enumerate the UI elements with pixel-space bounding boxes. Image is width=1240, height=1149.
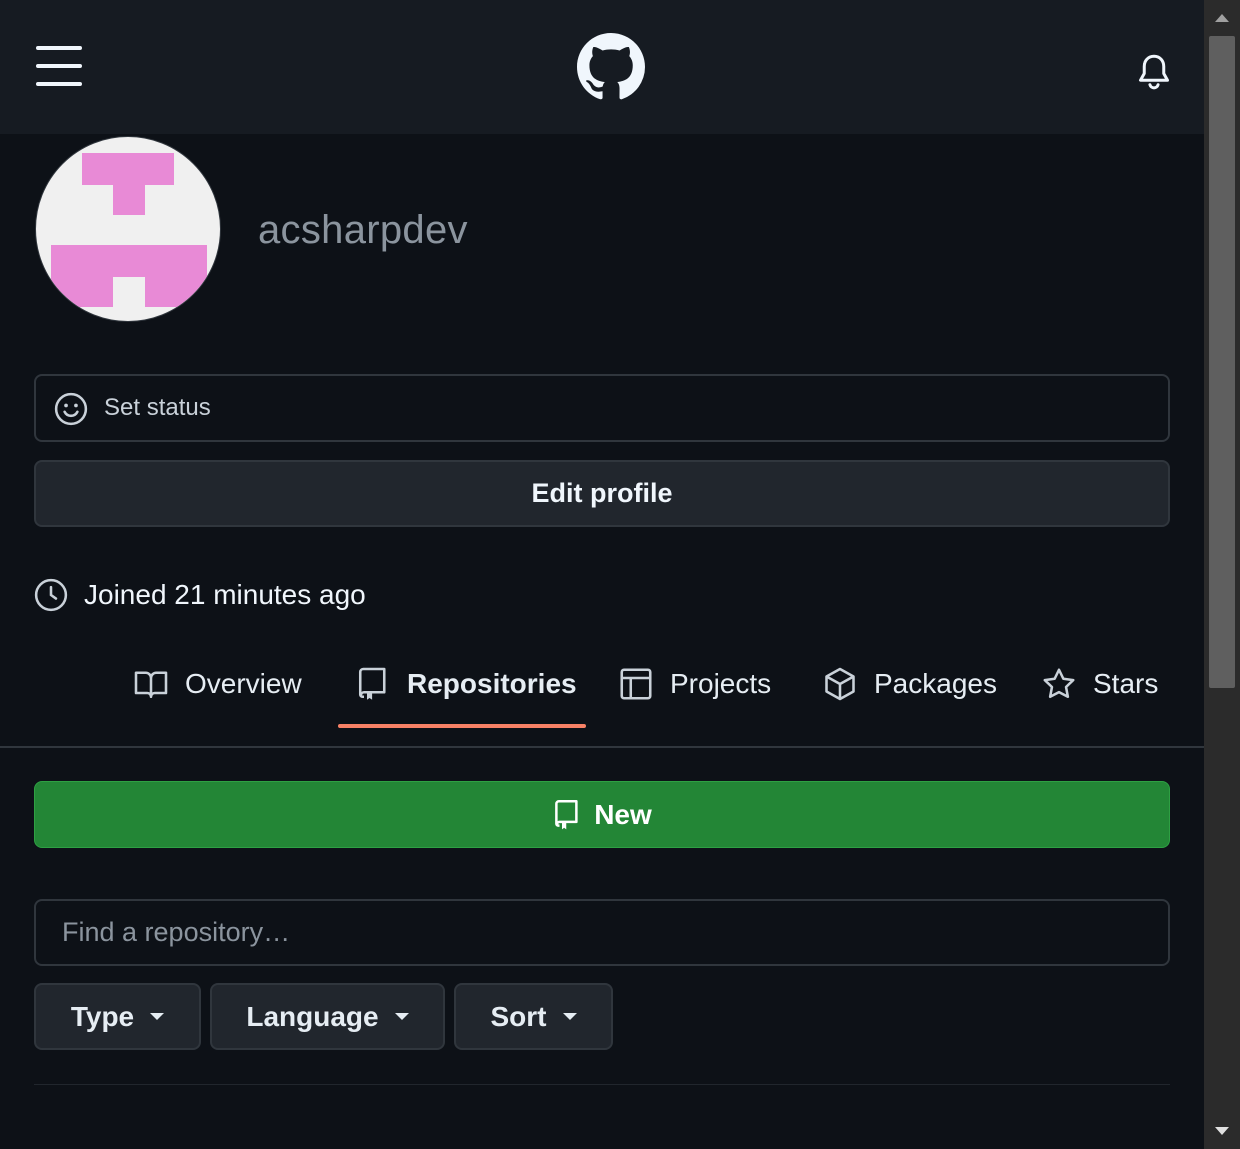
chevron-down-icon — [150, 1013, 165, 1020]
type-filter-button[interactable]: Type — [34, 983, 201, 1050]
tab-repositories[interactable]: Repositories — [355, 654, 577, 714]
find-repository-input[interactable] — [34, 899, 1170, 966]
tab-overview[interactable]: Overview — [133, 654, 302, 714]
list-divider — [34, 1084, 1170, 1085]
tab-projects[interactable]: Projects — [618, 654, 771, 714]
tab-overview-label: Overview — [185, 668, 302, 699]
table-icon — [620, 668, 652, 700]
bell-icon[interactable] — [1136, 52, 1172, 92]
tab-stars[interactable]: Stars — [1041, 654, 1158, 714]
avatar[interactable] — [35, 136, 221, 322]
joined-text: Joined 21 minutes ago — [84, 579, 366, 610]
username: acsharpdev — [258, 208, 468, 252]
book-icon — [134, 671, 168, 699]
tab-stars-label: Stars — [1093, 668, 1159, 699]
new-button-label: New — [594, 798, 652, 830]
scroll-up-arrow-icon[interactable] — [1204, 0, 1240, 36]
joined-info: Joined 21 minutes ago — [34, 575, 366, 615]
smiley-icon — [54, 392, 88, 426]
package-icon — [825, 667, 855, 701]
chevron-down-icon — [394, 1013, 409, 1020]
chevron-down-icon — [562, 1013, 577, 1020]
scrollbar-thumb[interactable] — [1209, 36, 1235, 688]
tab-packages[interactable]: Packages — [822, 654, 997, 714]
vertical-scrollbar[interactable] — [1204, 0, 1240, 1149]
set-status-label: Set status — [104, 394, 211, 421]
profile-tabs: Overview Repositories Projects Packages — [0, 640, 1204, 748]
language-filter-label: Language — [246, 1000, 379, 1032]
clock-icon — [34, 578, 68, 612]
set-status-button[interactable]: Set status — [34, 374, 1170, 442]
star-icon — [1043, 668, 1075, 699]
hamburger-menu-icon[interactable] — [36, 46, 82, 86]
github-mark-icon[interactable] — [577, 33, 645, 101]
repo-icon — [358, 667, 386, 700]
sort-filter-label: Sort — [490, 1000, 547, 1032]
active-tab-indicator — [338, 724, 586, 728]
app-window: acsharpdev Set status Edit profile Joine… — [0, 0, 1204, 1149]
language-filter-button[interactable]: Language — [210, 983, 445, 1050]
edit-profile-button[interactable]: Edit profile — [34, 460, 1170, 527]
tab-repositories-label: Repositories — [407, 668, 577, 699]
new-repository-button[interactable]: New — [34, 781, 1170, 848]
identicon-avatar — [51, 153, 207, 309]
tab-projects-label: Projects — [670, 668, 772, 699]
top-header — [0, 0, 1204, 134]
sort-filter-button[interactable]: Sort — [454, 983, 613, 1050]
type-filter-label: Type — [70, 1000, 135, 1032]
tab-packages-label: Packages — [874, 668, 997, 699]
repo-icon — [555, 799, 578, 829]
scroll-down-arrow-icon[interactable] — [1204, 1113, 1240, 1149]
